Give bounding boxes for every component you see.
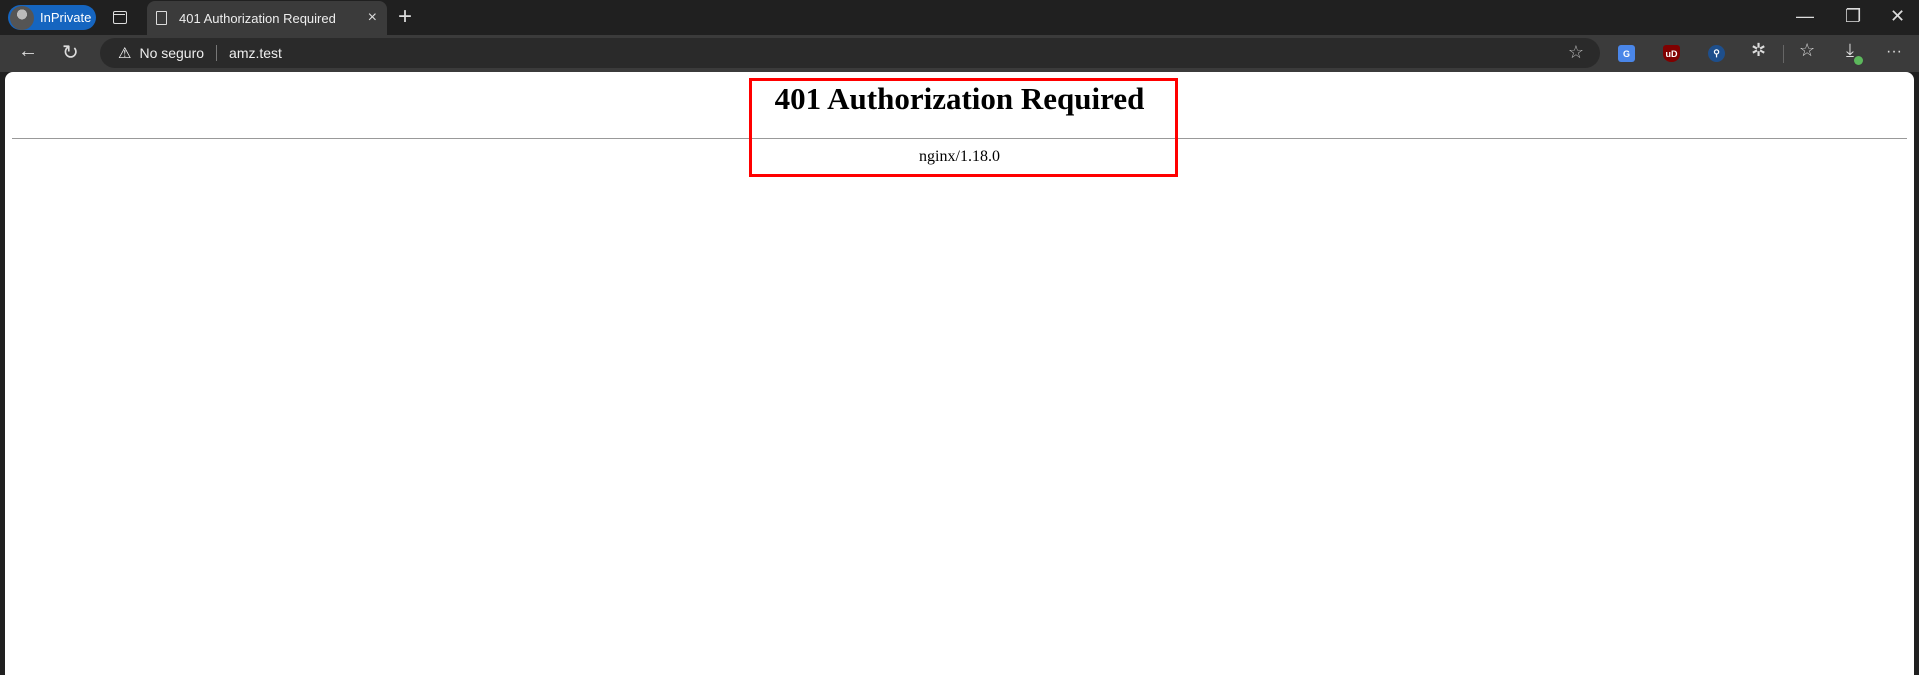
security-label[interactable]: No seguro [139, 45, 204, 61]
restore-button[interactable]: ❐ [1845, 6, 1861, 27]
address-bar[interactable]: ⚠ No seguro amz.test ☆ [100, 38, 1600, 68]
avatar [10, 5, 34, 30]
new-tab-button[interactable]: + [398, 3, 412, 31]
toolbar-divider [1783, 45, 1784, 63]
reload-button[interactable]: ↻ [62, 40, 79, 65]
inprivate-profile-button[interactable]: InPrivate [8, 5, 96, 30]
tab-actions-icon[interactable] [113, 11, 127, 24]
more-menu-button[interactable]: ··· [1886, 43, 1902, 61]
minimize-button[interactable]: — [1796, 6, 1814, 27]
download-complete-badge [1854, 56, 1863, 65]
tab-active[interactable]: 401 Authorization Required × [147, 1, 387, 35]
privacy-heart-icon[interactable]: ⚲ [1708, 45, 1725, 62]
tab-title: 401 Authorization Required [179, 10, 336, 26]
profile-label: InPrivate [40, 10, 92, 25]
back-button[interactable]: ← [18, 40, 38, 63]
highlight-box [749, 78, 1178, 177]
tab-strip: InPrivate 401 Authorization Required × +… [0, 0, 1919, 35]
close-window-button[interactable]: ✕ [1890, 6, 1905, 27]
page-icon [156, 11, 167, 25]
page-content: 401 Authorization Required nginx/1.18.0 [5, 72, 1914, 675]
favorites-icon[interactable]: ☆ [1799, 40, 1815, 61]
url-text[interactable]: amz.test [229, 45, 282, 61]
extensions-icon[interactable]: ✲ [1751, 40, 1766, 61]
downloads-icon[interactable]: ⤓ [1846, 40, 1854, 61]
ublock-origin-icon[interactable]: uD [1663, 45, 1680, 62]
divider [216, 45, 218, 61]
google-translate-icon[interactable]: G [1618, 45, 1635, 62]
toolbar: ← ↻ ⚠ No seguro amz.test ☆ G uD ⚲ ✲ ☆ ⤓ … [0, 35, 1919, 72]
tab-close-icon[interactable]: × [368, 9, 377, 27]
favorite-star-icon[interactable]: ☆ [1568, 42, 1584, 63]
warning-icon[interactable]: ⚠ [118, 44, 131, 62]
